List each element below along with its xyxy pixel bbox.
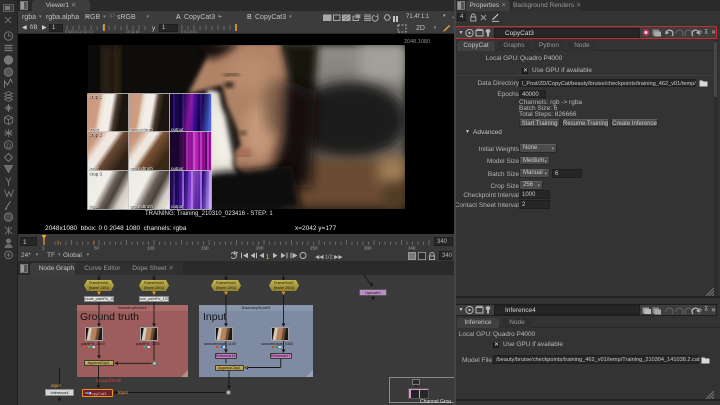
svg-text:0.020.10.2 0.5 1 2: 0.020.10.2 0.5 1 2	[65, 30, 93, 33]
svg-text:?: ?	[698, 31, 702, 38]
svg-text:1: 1	[266, 254, 270, 260]
svg-text:0 0.1 0.5 1: 0 0.1 0.5 1	[181, 30, 198, 33]
svg-text:10 32 64: 10 32 64	[126, 30, 140, 33]
svg-text:?: ?	[698, 308, 702, 315]
svg-text:D: D	[6, 143, 11, 150]
svg-text:◀◀ 1/2 ▶▶: ◀◀ 1/2 ▶▶	[315, 255, 343, 261]
